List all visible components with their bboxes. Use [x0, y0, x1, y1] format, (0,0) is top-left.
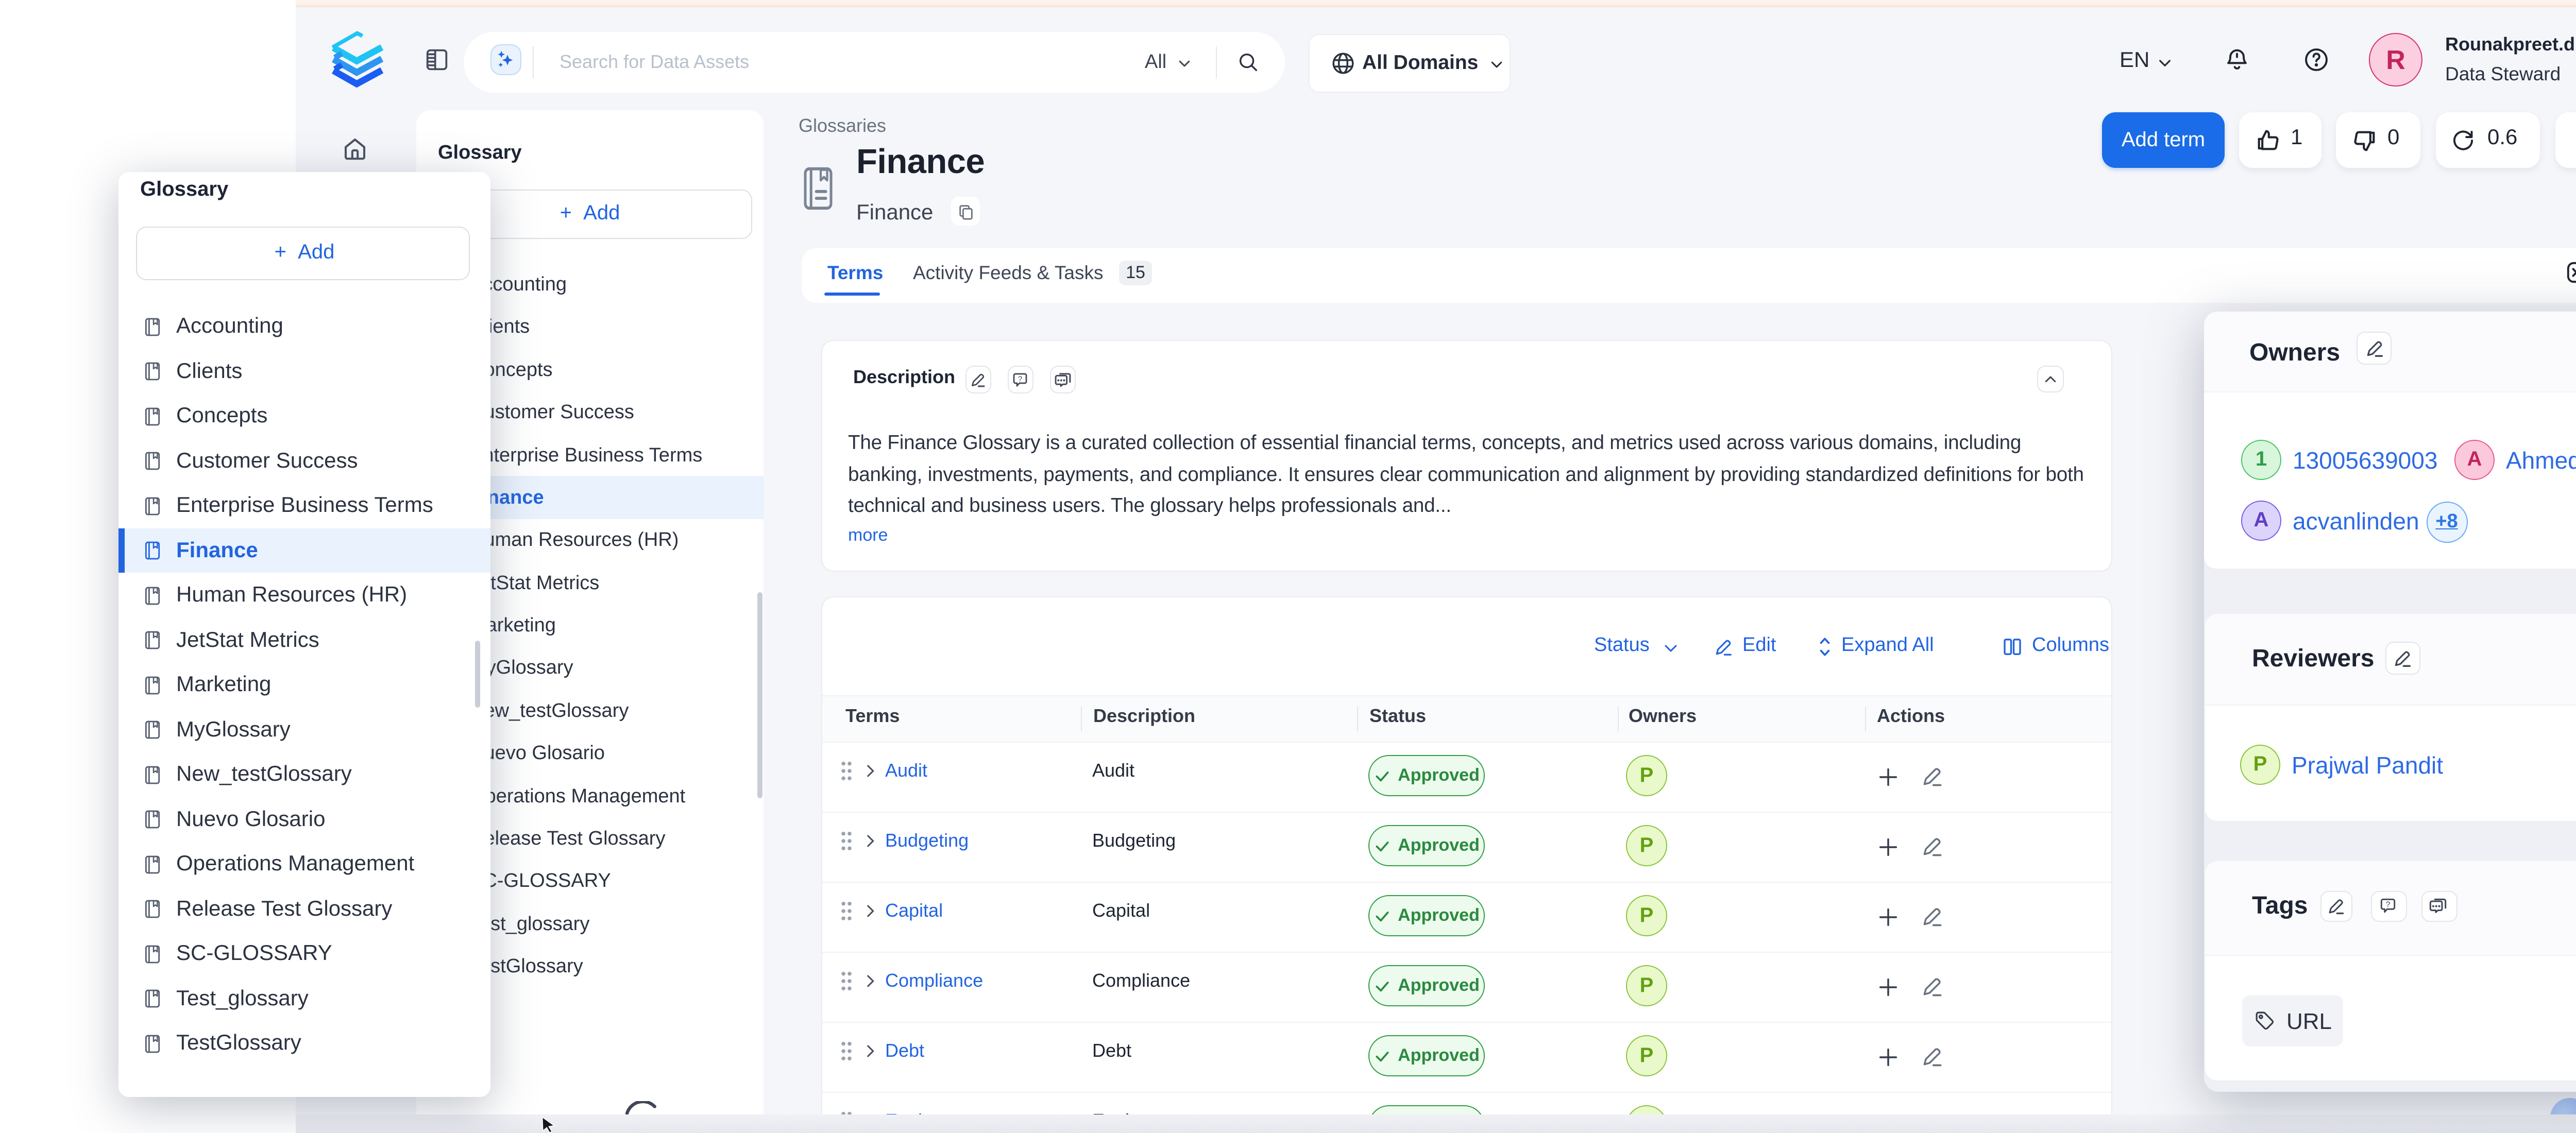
svg-text:?: ?: [1018, 374, 1022, 383]
svg-text:?: ?: [2386, 900, 2391, 908]
